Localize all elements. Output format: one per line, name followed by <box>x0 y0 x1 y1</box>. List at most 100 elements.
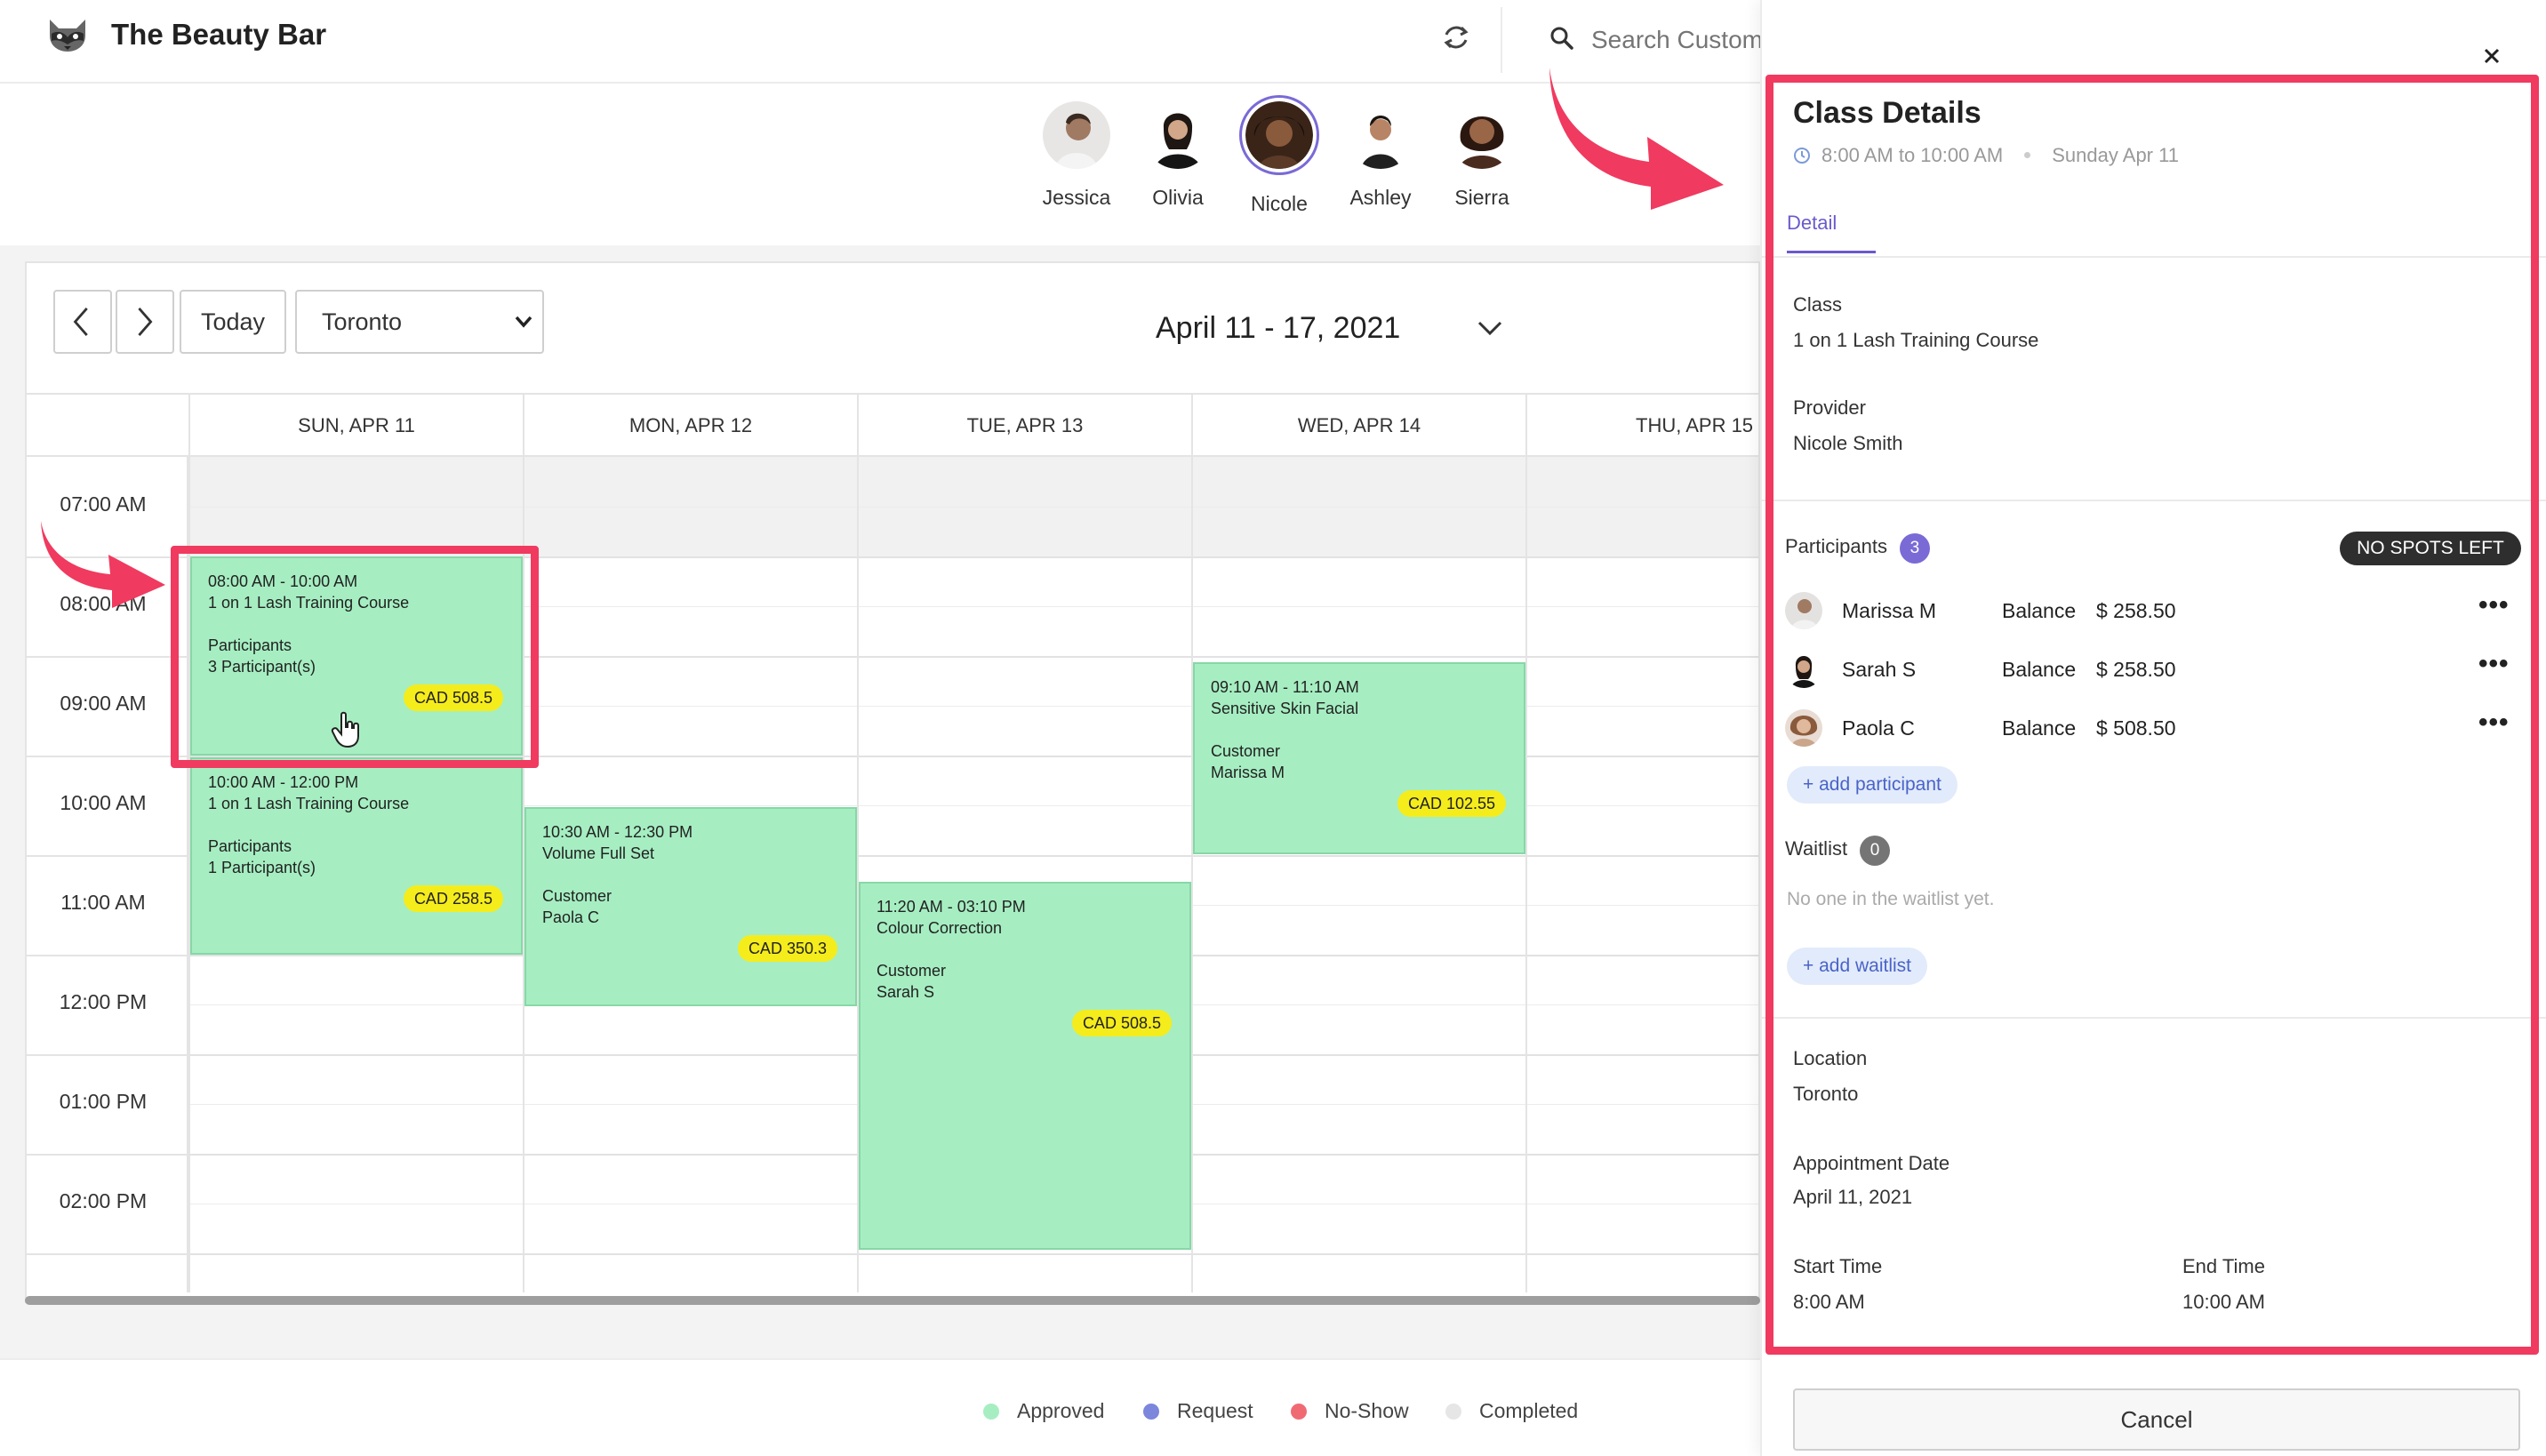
time-label: 10:00 AM <box>60 791 147 814</box>
slot-divider <box>190 507 523 508</box>
price-badge: CAD 508.5 <box>403 684 503 711</box>
next-week-button[interactable] <box>116 290 174 354</box>
date-range-title: April 11 - 17, 2021 <box>1156 311 1401 345</box>
provider-ashley[interactable]: Ashley <box>1327 101 1434 210</box>
more-options-icon[interactable]: ••• <box>2478 649 2510 679</box>
status-legend: Approved Request No-Show Completed <box>0 1358 1760 1456</box>
provider-name: Nicole <box>1251 192 1308 215</box>
tab-divider <box>1762 256 2546 258</box>
tab-detail[interactable]: Detail <box>1787 212 1876 253</box>
hour-divider <box>27 955 188 956</box>
provider-nicole[interactable]: Nicole <box>1226 95 1333 216</box>
slot-divider <box>859 656 1191 658</box>
waitlist-empty-note: No one in the waitlist yet. <box>1787 889 1995 909</box>
slot-divider <box>1193 1154 1525 1156</box>
close-icon[interactable] <box>2480 44 2503 68</box>
slot-divider <box>1193 1004 1525 1005</box>
slot-divider <box>859 1253 1191 1255</box>
end-time-value: 10:00 AM <box>2182 1291 2265 1313</box>
participant-row[interactable]: Paola C Balance $ 508.50 ••• <box>1785 708 2523 748</box>
slot-divider <box>190 1004 523 1005</box>
panel-date: Sunday Apr 11 <box>2052 144 2179 166</box>
day-header-sun: SUN, APR 11 <box>188 395 523 459</box>
slot-divider <box>190 1253 523 1255</box>
participant-row[interactable]: Marissa M Balance $ 258.50 ••• <box>1785 590 2523 631</box>
event-detail-label: Customer <box>542 887 612 905</box>
event-detail-value: Marissa M <box>1211 764 1285 781</box>
participants-count-badge: 3 <box>1899 533 1930 564</box>
avatar <box>1239 95 1319 175</box>
slot-divider <box>1527 1004 1758 1005</box>
cancel-button[interactable]: Cancel <box>1793 1388 2520 1451</box>
refresh-icon[interactable] <box>1438 20 1474 55</box>
waitlist-count-badge: 0 <box>1860 836 1891 866</box>
event-card-lash-training-1000[interactable]: 10:00 AM - 12:00 PM 1 on 1 Lash Training… <box>190 757 523 955</box>
slot-divider <box>1527 1154 1758 1156</box>
location-select[interactable]: Toronto <box>295 290 544 354</box>
location-value: Toronto <box>1793 1083 1859 1105</box>
more-options-icon[interactable]: ••• <box>2478 708 2510 738</box>
more-options-icon[interactable]: ••• <box>2478 590 2510 620</box>
participant-name: Sarah S <box>1842 658 1917 681</box>
event-time: 10:30 AM - 12:30 PM <box>542 823 693 841</box>
add-participant-button[interactable]: + add participant <box>1787 766 1958 804</box>
provider-olivia[interactable]: Olivia <box>1125 101 1231 210</box>
slot-divider <box>524 1054 857 1056</box>
time-label: 09:00 AM <box>60 692 147 715</box>
slot-divider <box>524 1154 857 1156</box>
day-header-row: SUN, APR 11 MON, APR 12 TUE, APR 13 WED,… <box>27 393 1758 459</box>
slot-divider <box>1193 855 1525 857</box>
participants-header: Participants 3 <box>1785 533 1930 564</box>
raccoon-logo-icon <box>50 20 85 52</box>
event-time: 11:20 AM - 03:10 PM <box>877 898 1026 916</box>
today-button[interactable]: Today <box>180 290 286 354</box>
provider-strip: Jessica Olivia Nicole Ashley Sierra <box>0 85 1760 245</box>
day-column-wed[interactable] <box>1191 457 1525 1292</box>
add-waitlist-button[interactable]: + add waitlist <box>1787 948 1927 985</box>
provider-name: Ashley <box>1349 186 1412 209</box>
search-customer-input[interactable] <box>1591 20 1760 60</box>
participant-name: Marissa M <box>1842 599 1937 622</box>
waitlist-label: Waitlist <box>1785 837 1848 860</box>
provider-jessica[interactable]: Jessica <box>1023 101 1130 210</box>
day-column-thu[interactable] <box>1525 457 1758 1292</box>
slot-divider <box>190 955 523 956</box>
avatar <box>1448 101 1516 169</box>
provider-name: Jessica <box>1042 186 1111 209</box>
event-title: Volume Full Set <box>542 844 655 862</box>
slot-divider <box>1193 955 1525 956</box>
annotation-arrow-icon <box>1549 68 1724 210</box>
slot-divider <box>859 756 1191 757</box>
event-card-volume-full-set[interactable]: 10:30 AM - 12:30 PM Volume Full Set Cust… <box>524 807 857 1006</box>
slot-divider <box>1527 1104 1758 1105</box>
slot-divider <box>190 1054 523 1056</box>
event-card-sensitive-skin-facial[interactable]: 09:10 AM - 11:10 AM Sensitive Skin Facia… <box>1193 662 1525 854</box>
slot-divider <box>1527 507 1758 508</box>
balance-label: Balance <box>2002 658 2077 681</box>
search-icon <box>1550 27 1573 50</box>
balance-value: $ 258.50 <box>2096 599 2176 622</box>
avatar <box>1785 651 1822 688</box>
hour-divider <box>27 756 188 757</box>
prev-week-button[interactable] <box>53 290 112 354</box>
legend-dot <box>1445 1404 1461 1420</box>
balance-value: $ 258.50 <box>2096 658 2176 681</box>
chevron-down-icon[interactable] <box>1476 318 1504 338</box>
start-time-value: 8:00 AM <box>1793 1291 1865 1313</box>
horizontal-scrollbar[interactable] <box>25 1296 1760 1305</box>
day-header-thu: THU, APR 15 <box>1525 395 1758 459</box>
slot-divider <box>1193 507 1525 508</box>
chevron-left-icon <box>73 308 88 336</box>
slot-divider <box>190 1154 523 1156</box>
event-card-colour-correction[interactable]: 11:20 AM - 03:10 PM Colour Correction Cu… <box>859 882 1191 1250</box>
legend-label: Completed <box>1479 1399 1579 1422</box>
slot-divider <box>524 706 857 707</box>
slot-divider <box>1527 556 1758 558</box>
slot-divider <box>1527 606 1758 607</box>
slot-divider <box>524 1104 857 1105</box>
participant-row[interactable]: Sarah S Balance $ 258.50 ••• <box>1785 649 2523 690</box>
provider-sierra[interactable]: Sierra <box>1429 101 1535 210</box>
hand-cursor-icon <box>331 711 359 748</box>
end-time-label: End Time <box>2182 1255 2265 1277</box>
provider-value: Nicole Smith <box>1793 432 1903 454</box>
